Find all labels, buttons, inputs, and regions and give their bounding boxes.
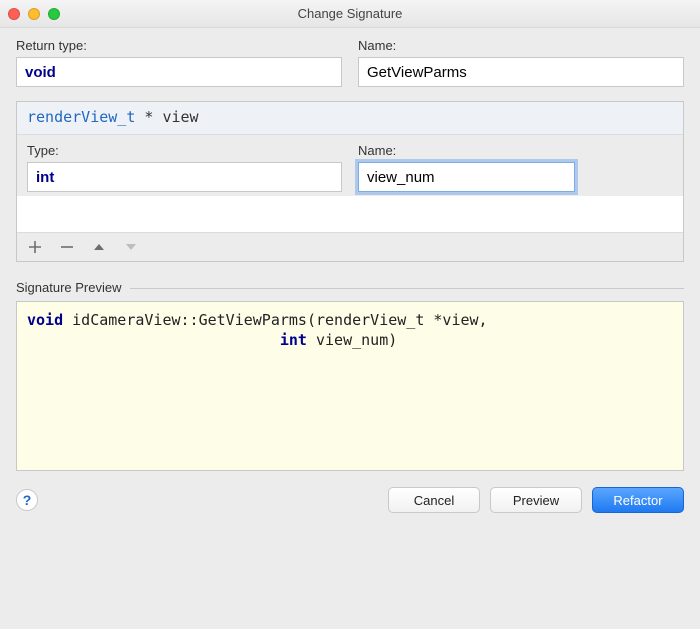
param-type: renderView_t	[27, 108, 135, 126]
signature-preview-label: Signature Preview	[16, 280, 122, 295]
minimize-icon[interactable]	[28, 8, 40, 20]
plus-icon[interactable]	[27, 239, 43, 255]
window-controls	[8, 8, 60, 20]
refactor-button[interactable]: Refactor	[592, 487, 684, 513]
param-identifier: view	[162, 108, 198, 126]
parameters-empty-area[interactable]	[17, 196, 683, 232]
divider	[130, 288, 685, 289]
signature-preview: void idCameraView::GetViewParms(renderVi…	[16, 301, 684, 471]
return-type-input[interactable]	[16, 57, 342, 87]
parameters-panel: renderView_t * view Type: Name:	[16, 101, 684, 262]
close-icon[interactable]	[8, 8, 20, 20]
star-icon: *	[144, 108, 162, 126]
param-type-label: Type:	[27, 143, 342, 158]
return-type-label: Return type:	[16, 38, 342, 53]
minus-icon[interactable]	[59, 239, 75, 255]
preview-button[interactable]: Preview	[490, 487, 582, 513]
parameters-toolbar	[17, 232, 683, 261]
param-type-input[interactable]	[27, 162, 342, 192]
help-button[interactable]: ?	[16, 489, 38, 511]
window-title: Change Signature	[0, 6, 700, 21]
function-name-input[interactable]	[358, 57, 684, 87]
arrow-up-icon[interactable]	[91, 239, 107, 255]
cancel-button[interactable]: Cancel	[388, 487, 480, 513]
arrow-down-icon[interactable]	[123, 239, 139, 255]
title-bar: Change Signature	[0, 0, 700, 28]
param-name-label: Name:	[358, 143, 673, 158]
param-name-input[interactable]	[358, 162, 575, 192]
zoom-icon[interactable]	[48, 8, 60, 20]
name-label: Name:	[358, 38, 684, 53]
parameter-row[interactable]: renderView_t * view	[17, 102, 683, 135]
